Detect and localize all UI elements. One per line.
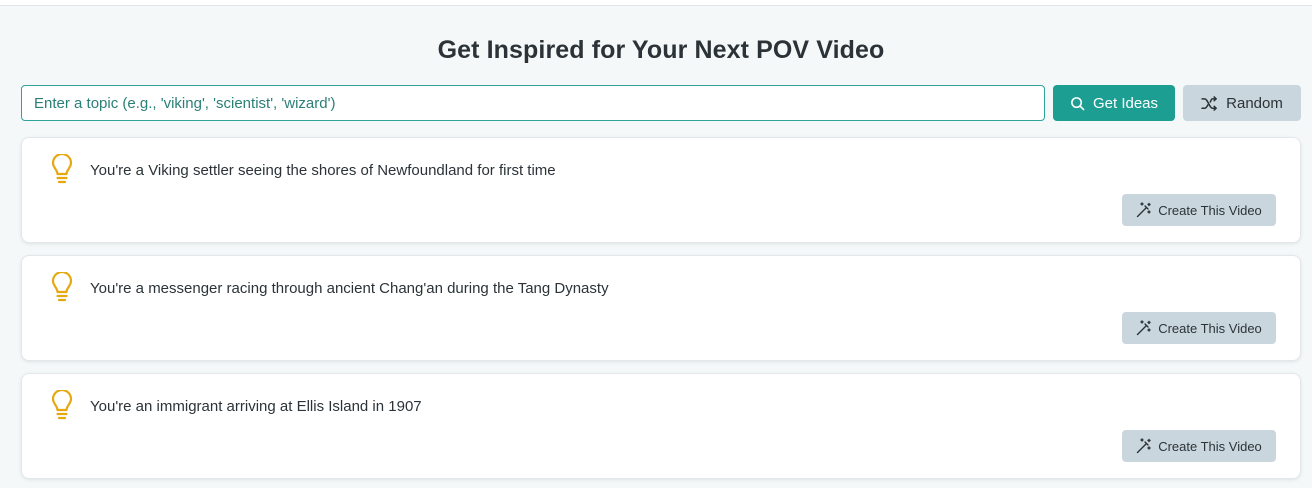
create-video-label: Create This Video [1158, 438, 1262, 454]
get-ideas-label: Get Ideas [1092, 94, 1159, 112]
create-video-label: Create This Video [1158, 202, 1262, 218]
magic-wand-icon [1136, 438, 1152, 454]
search-row: Get Ideas Random [21, 85, 1301, 122]
create-video-button[interactable]: Create This Video [1122, 312, 1276, 344]
magic-wand-icon [1136, 320, 1152, 336]
lightbulb-icon [50, 272, 74, 304]
create-video-button[interactable]: Create This Video [1122, 430, 1276, 462]
idea-text: You're a Viking settler seeing the shore… [90, 162, 556, 179]
page-title: Get Inspired for Your Next POV Video [437, 36, 885, 64]
get-ideas-button[interactable]: Get Ideas [1053, 85, 1175, 121]
topic-input[interactable] [21, 85, 1045, 121]
lightbulb-icon [50, 154, 74, 186]
create-video-button[interactable]: Create This Video [1122, 194, 1276, 226]
random-button[interactable]: Random [1183, 85, 1301, 121]
lightbulb-icon [50, 390, 74, 422]
top-divider [0, 0, 1312, 6]
idea-card: You're a Viking settler seeing the shore… [21, 137, 1301, 243]
create-video-label: Create This Video [1158, 320, 1262, 336]
shuffle-icon [1201, 95, 1218, 111]
magic-wand-icon [1136, 202, 1152, 218]
random-label: Random [1226, 94, 1283, 112]
idea-card: You're a messenger racing through ancien… [21, 255, 1301, 361]
search-icon [1070, 96, 1085, 111]
idea-text: You're a messenger racing through ancien… [90, 280, 609, 297]
idea-text: You're an immigrant arriving at Ellis Is… [90, 398, 422, 415]
idea-card: You're an immigrant arriving at Ellis Is… [21, 373, 1301, 479]
